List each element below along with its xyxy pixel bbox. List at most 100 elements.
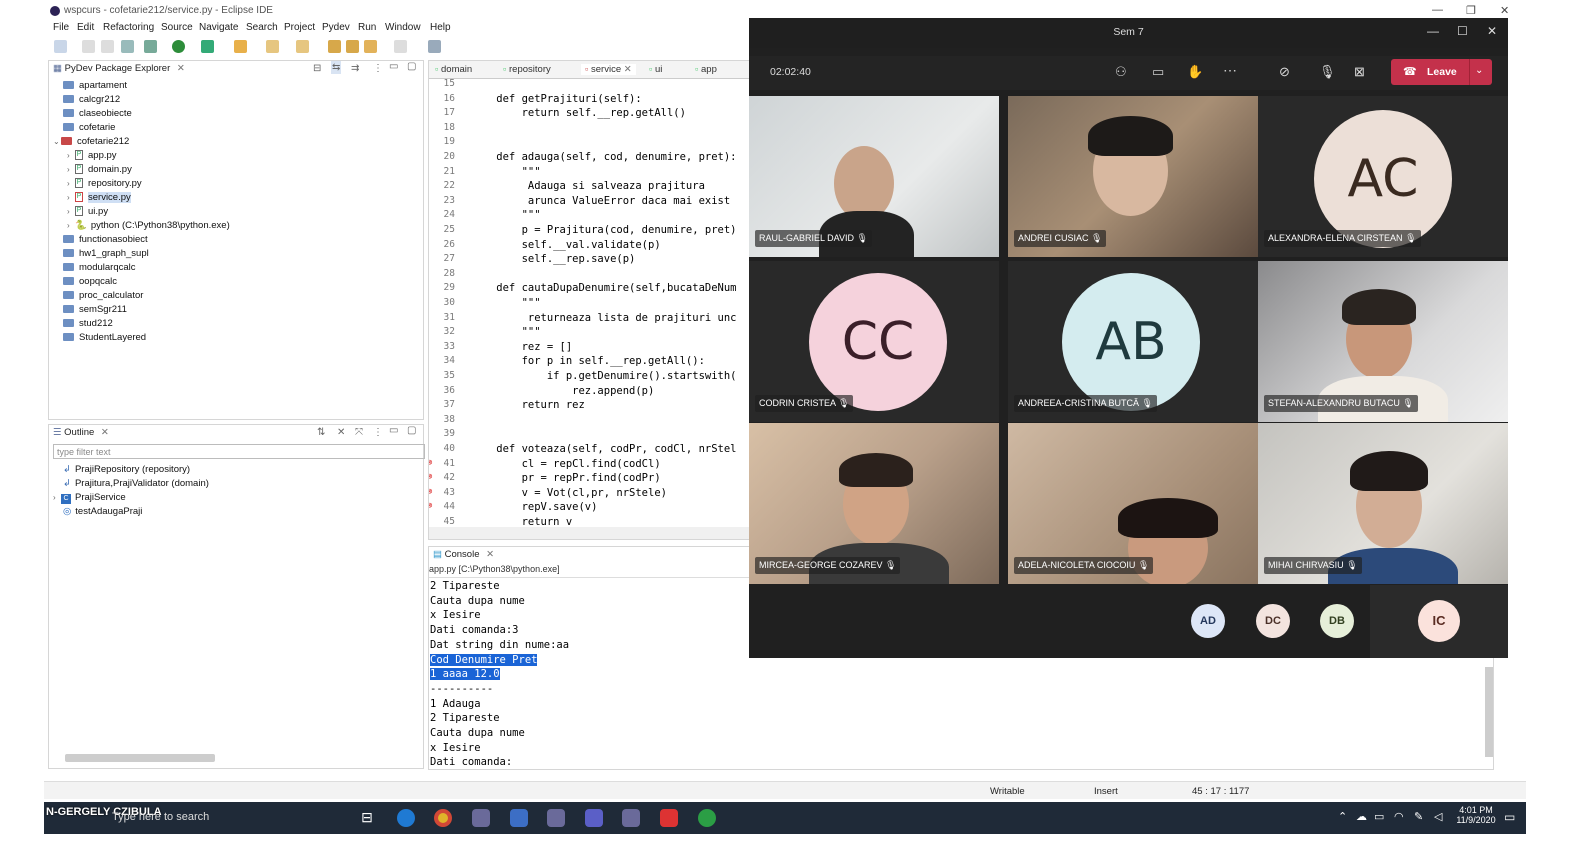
tab-repository[interactable]: ▫ repository bbox=[503, 64, 551, 75]
chevron-right-icon[interactable]: › bbox=[67, 179, 75, 188]
close-tab-icon[interactable]: ✕ bbox=[177, 63, 185, 74]
editor-scrollbar[interactable] bbox=[429, 527, 749, 539]
code-line[interactable]: 32 """ bbox=[429, 326, 749, 341]
code-line[interactable]: 38 bbox=[429, 414, 749, 429]
outline-item-import-domain[interactable]: ↲ Prajitura,PrajiValidator (domain) bbox=[63, 478, 209, 489]
teams-maximize-icon[interactable]: ☐ bbox=[1457, 24, 1468, 38]
chat-icon[interactable]: ▭ bbox=[1152, 64, 1164, 80]
hide-fields-icon[interactable]: ✕ bbox=[337, 427, 345, 438]
code-line[interactable]: 31 returneaza lista de prajituri unc bbox=[429, 312, 749, 327]
participants-icon[interactable]: ⚇ bbox=[1115, 64, 1127, 80]
video-tile-mihai[interactable]: MIHAI CHIRVASIU 🎙 bbox=[1258, 423, 1508, 584]
code-editor[interactable]: ▫ domain ▫ repository ▫ service ✕ ▫ ui ▫… bbox=[428, 60, 750, 540]
code-line[interactable]: 23 arunca ValueError daca mai exist bbox=[429, 195, 749, 210]
tree-folder-semsgr211[interactable]: semSgr211 bbox=[63, 304, 127, 315]
close-tab-icon[interactable]: ✕ bbox=[101, 427, 109, 438]
tree-folder-modularqcalc[interactable]: modularqcalc bbox=[63, 262, 136, 273]
avatar-db[interactable]: DB bbox=[1320, 604, 1354, 638]
eclipse-2-taskbar-icon[interactable] bbox=[547, 809, 565, 827]
code-line[interactable]: 18 bbox=[429, 122, 749, 137]
teams-close-icon[interactable]: ✕ bbox=[1487, 24, 1497, 38]
tree-file-app[interactable]: › Papp.py bbox=[67, 150, 117, 161]
code-line[interactable]: 19 bbox=[429, 136, 749, 151]
code-line[interactable]: 40 def voteaza(self, codPr, codCl, nrSte… bbox=[429, 443, 749, 458]
menu-project[interactable]: Project bbox=[284, 22, 315, 33]
tree-folder-calcgr212[interactable]: calcgr212 bbox=[63, 94, 120, 105]
view-menu-icon[interactable]: ⋮ bbox=[373, 427, 383, 438]
last-edit-2-icon[interactable] bbox=[346, 40, 359, 53]
chevron-down-icon[interactable]: ⌄ bbox=[53, 137, 61, 146]
chevron-right-icon[interactable]: › bbox=[67, 207, 75, 216]
collapse-all-icon[interactable]: ⊟ bbox=[313, 63, 321, 74]
eclipse-3-taskbar-icon[interactable] bbox=[622, 809, 640, 827]
tray-battery-icon[interactable]: ▭ bbox=[1374, 810, 1384, 823]
code-line[interactable]: 28 bbox=[429, 268, 749, 283]
menu-file[interactable]: File bbox=[53, 22, 69, 33]
code-line[interactable]: 20 def adauga(self, cod, denumire, pret)… bbox=[429, 151, 749, 166]
code-line[interactable]: ⊗41 cl = repCl.find(codCl) bbox=[429, 458, 749, 473]
maximize-view-icon[interactable]: ▢ bbox=[407, 425, 416, 436]
minimize-view-icon[interactable]: ▭ bbox=[389, 61, 398, 72]
tab-service[interactable]: ▫ service ✕ bbox=[581, 64, 636, 75]
tab-domain[interactable]: ▫ domain bbox=[435, 64, 472, 75]
menu-run[interactable]: Run bbox=[358, 22, 376, 33]
new-icon[interactable] bbox=[54, 40, 67, 53]
code-line[interactable]: 35 if p.getDenumire().startswith( bbox=[429, 370, 749, 385]
tree-folder-apartament[interactable]: apartament bbox=[63, 80, 127, 91]
raise-hand-icon[interactable]: ✋ bbox=[1187, 64, 1203, 80]
video-tile-andreea[interactable]: AB ANDREEA-CRISTINA BUTCĂ 🎙 bbox=[1008, 261, 1258, 422]
debug-icon[interactable] bbox=[144, 40, 157, 53]
task-view-icon[interactable]: ⊟ bbox=[358, 809, 376, 827]
more-options-icon[interactable]: ⋯ bbox=[1223, 62, 1237, 79]
save-taskbar-icon[interactable] bbox=[510, 809, 528, 827]
video-tile-codrin[interactable]: CC CODRIN CRISTEA 🎙 bbox=[749, 261, 999, 422]
notifications-icon[interactable]: ▭ bbox=[1504, 810, 1515, 824]
save-all-icon[interactable] bbox=[101, 40, 114, 53]
microphone-icon[interactable]: 🎙 bbox=[1319, 64, 1336, 80]
maximize-icon[interactable]: ❐ bbox=[1466, 4, 1476, 17]
menu-navigate[interactable]: Navigate bbox=[199, 22, 238, 33]
chat-app-icon[interactable] bbox=[698, 809, 716, 827]
minimize-icon[interactable]: — bbox=[1432, 4, 1443, 16]
menu-pydev[interactable]: Pydev bbox=[322, 22, 350, 33]
tree-file-repository[interactable]: › Prepository.py bbox=[67, 178, 142, 189]
menu-refactoring[interactable]: Refactoring bbox=[103, 22, 154, 33]
link-editor-icon[interactable]: ⇆ bbox=[331, 61, 342, 74]
tray-volume-icon[interactable]: ◁ bbox=[1434, 810, 1442, 823]
code-line[interactable]: 36 rez.append(p) bbox=[429, 385, 749, 400]
expand-all-icon[interactable]: ⤧ bbox=[355, 427, 363, 438]
code-line[interactable]: 29 def cautaDupaDenumire(self,bucataDeNu… bbox=[429, 282, 749, 297]
code-line[interactable]: 21 """ bbox=[429, 166, 749, 181]
code-line[interactable]: 15 bbox=[429, 78, 749, 93]
close-tab-icon[interactable]: ✕ bbox=[486, 549, 494, 560]
outline-item-class[interactable]: › C PrajiService bbox=[53, 492, 126, 504]
video-tile-andrei[interactable]: ANDREI CUSIAC 🎙 bbox=[1008, 96, 1258, 257]
edge-icon[interactable] bbox=[397, 809, 415, 827]
forward-icon[interactable] bbox=[394, 40, 407, 53]
menu-search[interactable]: Search bbox=[246, 22, 278, 33]
code-line[interactable]: ⊗43 v = Vot(cl,pr, nrStele) bbox=[429, 487, 749, 502]
tree-file-ui[interactable]: › Pui.py bbox=[67, 206, 108, 217]
menu-window[interactable]: Window bbox=[385, 22, 421, 33]
code-line[interactable]: 16 def getPrajituri(self): bbox=[429, 93, 749, 108]
video-tile-stefan[interactable]: STEFAN-ALEXANDRU BUTACU 🎙 bbox=[1258, 261, 1508, 422]
external-tools-icon[interactable] bbox=[201, 40, 214, 53]
tray-pen-icon[interactable]: ✎ bbox=[1414, 810, 1423, 823]
video-tile-adela[interactable]: ADELA-NICOLETA CIOCOIU 🎙 bbox=[1008, 423, 1258, 584]
code-line[interactable]: 24 """ bbox=[429, 209, 749, 224]
eclipse-taskbar-icon[interactable] bbox=[472, 809, 490, 827]
tree-folder-functionasobiect[interactable]: functionasobiect bbox=[63, 234, 148, 245]
minimize-view-icon[interactable]: ▭ bbox=[389, 425, 398, 436]
tree-python-interpreter[interactable]: › 🐍 python (C:\Python38\python.exe) bbox=[67, 220, 230, 231]
code-line[interactable]: 37 return rez bbox=[429, 399, 749, 414]
chevron-right-icon[interactable]: › bbox=[67, 151, 75, 160]
code-line[interactable]: 39 bbox=[429, 428, 749, 443]
tree-folder-proc-calculator[interactable]: proc_calculator bbox=[63, 290, 143, 301]
chevron-right-icon[interactable]: › bbox=[67, 193, 75, 202]
close-icon[interactable]: ✕ bbox=[1500, 4, 1509, 17]
chevron-right-icon[interactable]: › bbox=[67, 221, 75, 230]
code-line[interactable]: 25 p = Prajitura(cod, denumire, pret) bbox=[429, 224, 749, 239]
code-line[interactable]: 33 rez = [] bbox=[429, 341, 749, 356]
taskbar-clock[interactable]: 4:01 PM 11/9/2020 bbox=[1454, 805, 1498, 825]
tree-folder-stud212[interactable]: stud212 bbox=[63, 318, 113, 329]
